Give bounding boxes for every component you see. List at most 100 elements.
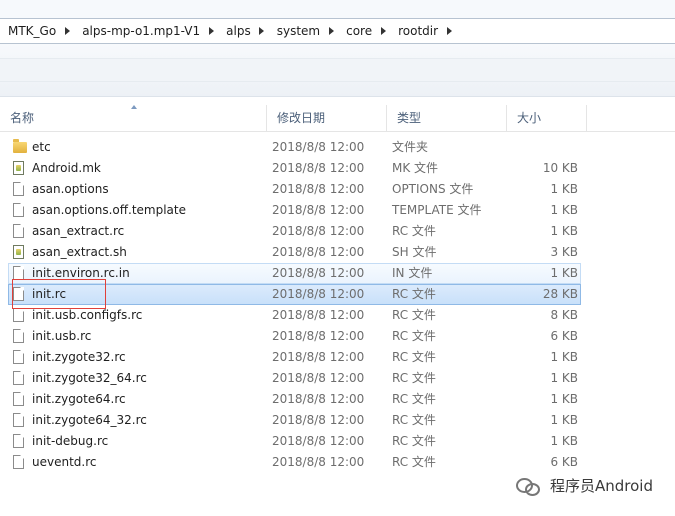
file-type: RC 文件 xyxy=(392,224,436,238)
breadcrumb-label[interactable]: rootdir xyxy=(390,24,442,38)
file-icon xyxy=(13,434,26,449)
file-row[interactable]: init-debug.rc 2018/8/8 12:00 RC 文件 1 KB xyxy=(0,431,675,452)
file-type: RC 文件 xyxy=(392,287,436,301)
breadcrumb-label[interactable]: alps xyxy=(218,24,255,38)
file-row[interactable]: init.zygote64_32.rc 2018/8/8 12:00 RC 文件 1 … xyxy=(0,410,675,431)
file-type: SH 文件 xyxy=(392,245,437,259)
chevron-right-icon[interactable] xyxy=(376,19,390,43)
file-type: MK 文件 xyxy=(392,161,439,175)
file-name: asan.options xyxy=(32,182,109,196)
file-date: 2018/8/8 12:00 xyxy=(272,329,365,343)
chevron-right-icon[interactable] xyxy=(204,19,218,43)
chevron-right-icon[interactable] xyxy=(255,19,269,43)
breadcrumb-item[interactable]: system xyxy=(269,19,338,43)
watermark-text: 程序员Android xyxy=(550,477,653,495)
file-date: 2018/8/8 12:00 xyxy=(272,203,365,217)
file-type: 文件夹 xyxy=(392,140,429,154)
file-name: init.zygote64_32.rc xyxy=(32,413,147,427)
file-type: RC 文件 xyxy=(392,413,436,427)
file-icon xyxy=(13,413,26,428)
file-icon xyxy=(13,182,26,197)
breadcrumb-item[interactable]: rootdir xyxy=(390,19,456,43)
file-size xyxy=(506,137,578,158)
file-date: 2018/8/8 12:00 xyxy=(272,182,365,196)
file-size: 6 KB xyxy=(550,455,578,469)
breadcrumb-label[interactable]: alps-mp-o1.mp1-V1 xyxy=(74,24,204,38)
file-date: 2018/8/8 12:00 xyxy=(272,245,365,259)
file-size: 1 KB xyxy=(550,224,578,238)
file-name: init.zygote32.rc xyxy=(32,350,126,364)
file-name: init.zygote32_64.rc xyxy=(32,371,147,385)
file-row[interactable]: Android.mk 2018/8/8 12:00 MK 文件 10 KB xyxy=(0,158,675,179)
file-size: 8 KB xyxy=(550,308,578,322)
chevron-right-icon[interactable] xyxy=(60,19,74,43)
file-type: RC 文件 xyxy=(392,350,436,364)
breadcrumb-item[interactable]: alps xyxy=(218,19,269,43)
file-name: init-debug.rc xyxy=(32,434,109,448)
file-type: RC 文件 xyxy=(392,434,436,448)
file-name: etc xyxy=(32,140,51,154)
file-type: IN 文件 xyxy=(392,266,433,280)
command-bar xyxy=(0,44,675,97)
file-icon xyxy=(13,392,26,407)
file-type: RC 文件 xyxy=(392,392,436,406)
file-date: 2018/8/8 12:00 xyxy=(272,161,365,175)
file-row[interactable]: asan_extract.sh 2018/8/8 12:00 SH 文件 3 KB xyxy=(0,242,675,263)
wechat-icon xyxy=(516,476,542,496)
watermark: 程序员Android xyxy=(516,475,653,496)
file-icon xyxy=(13,224,26,239)
file-row[interactable]: etc 2018/8/8 12:00 文件夹 xyxy=(0,137,675,158)
file-row[interactable]: ueventd.rc 2018/8/8 12:00 RC 文件 6 KB xyxy=(0,452,675,473)
file-row[interactable]: init.zygote32.rc 2018/8/8 12:00 RC 文件 1 KB xyxy=(0,347,675,368)
file-type: RC 文件 xyxy=(392,371,436,385)
breadcrumb-item[interactable]: alps-mp-o1.mp1-V1 xyxy=(74,19,218,43)
file-row[interactable]: init.zygote32_64.rc 2018/8/8 12:00 RC 文件 1 … xyxy=(0,368,675,389)
file-size: 1 KB xyxy=(550,203,578,217)
column-header-type[interactable]: 类型 xyxy=(386,105,506,131)
file-date: 2018/8/8 12:00 xyxy=(272,140,365,154)
file-icon xyxy=(13,455,26,470)
file-size: 10 KB xyxy=(542,161,578,175)
breadcrumb[interactable]: MTK_Go alps-mp-o1.mp1-V1 alps system cor… xyxy=(0,18,675,44)
file-row[interactable]: init.zygote64.rc 2018/8/8 12:00 RC 文件 1 KB xyxy=(0,389,675,410)
file-name: init.usb.rc xyxy=(32,329,92,343)
file-icon xyxy=(13,308,26,323)
file-size: 1 KB xyxy=(550,413,578,427)
file-size: 1 KB xyxy=(550,434,578,448)
file-date: 2018/8/8 12:00 xyxy=(272,266,365,280)
breadcrumb-item[interactable]: MTK_Go xyxy=(0,19,74,43)
script-file-icon xyxy=(13,161,26,176)
file-row[interactable]: init.usb.rc 2018/8/8 12:00 RC 文件 6 KB xyxy=(0,326,675,347)
file-type: OPTIONS 文件 xyxy=(392,182,474,196)
file-date: 2018/8/8 12:00 xyxy=(272,308,365,322)
breadcrumb-label[interactable]: system xyxy=(269,24,324,38)
file-row[interactable]: asan.options.off.template 2018/8/8 12:00 T… xyxy=(0,200,675,221)
file-type: RC 文件 xyxy=(392,455,436,469)
file-size: 6 KB xyxy=(550,329,578,343)
file-size: 3 KB xyxy=(550,245,578,259)
column-header-size[interactable]: 大小 xyxy=(506,105,586,131)
chevron-right-icon[interactable] xyxy=(324,19,338,43)
file-icon xyxy=(13,350,26,365)
column-header-date[interactable]: 修改日期 xyxy=(266,105,386,131)
file-date: 2018/8/8 12:00 xyxy=(272,350,365,364)
breadcrumb-item[interactable]: core xyxy=(338,19,390,43)
file-name: Android.mk xyxy=(32,161,101,175)
chevron-right-icon[interactable] xyxy=(442,19,456,43)
column-header-name[interactable]: 名称 xyxy=(0,105,266,131)
file-date: 2018/8/8 12:00 xyxy=(272,413,365,427)
file-size: 28 KB xyxy=(542,287,578,301)
file-icon xyxy=(13,371,26,386)
breadcrumb-label[interactable]: MTK_Go xyxy=(0,24,60,38)
breadcrumb-label[interactable]: core xyxy=(338,24,376,38)
file-size: 1 KB xyxy=(550,371,578,385)
title-strip xyxy=(0,0,675,18)
file-type: TEMPLATE 文件 xyxy=(392,203,482,217)
file-icon xyxy=(13,203,26,218)
file-row[interactable]: asan.options 2018/8/8 12:00 OPTIONS 文件 1 KB xyxy=(0,179,675,200)
file-size: 1 KB xyxy=(550,392,578,406)
file-row[interactable]: asan_extract.rc 2018/8/8 12:00 RC 文件 1 KB xyxy=(0,221,675,242)
annotation-highlight-box xyxy=(12,279,106,309)
file-icon xyxy=(13,329,26,344)
file-name: asan_extract.rc xyxy=(32,224,125,238)
